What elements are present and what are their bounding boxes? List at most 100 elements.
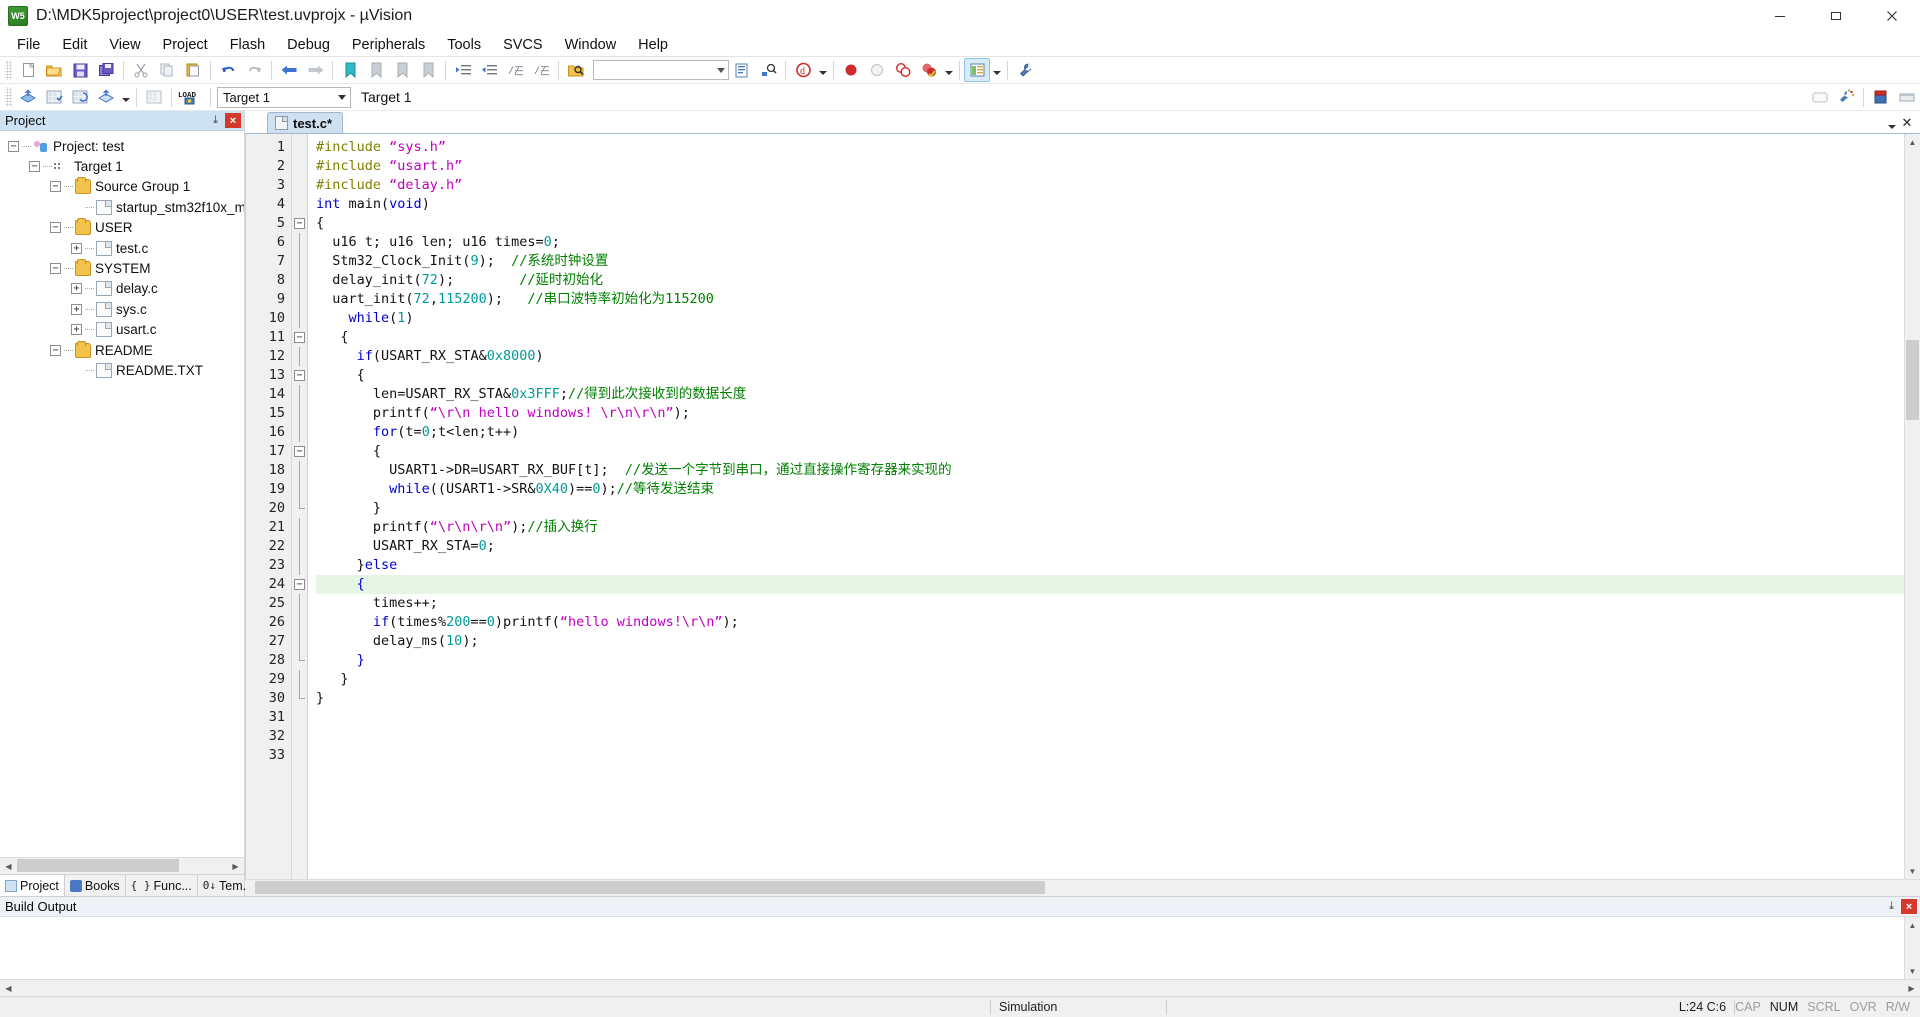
tree-item[interactable]: − Target 1 xyxy=(0,156,244,176)
code-line[interactable]: } xyxy=(316,651,1904,670)
code-line[interactable]: printf(“\r\n\r\n”);//插入换行 xyxy=(316,518,1904,537)
undo-icon[interactable] xyxy=(215,58,241,82)
menu-debug[interactable]: Debug xyxy=(276,35,341,55)
kill-all-breakpoints-icon[interactable] xyxy=(916,58,942,82)
build-output-body[interactable]: ▲ ▼ xyxy=(0,917,1920,979)
minimize-button[interactable] xyxy=(1752,0,1808,33)
scroll-down-icon[interactable]: ▼ xyxy=(1905,863,1920,879)
code-line[interactable]: len=USART_RX_STA&0x3FFF;//得到此次接收到的数据长度 xyxy=(316,385,1904,404)
collapse-icon[interactable]: − xyxy=(8,140,19,152)
collapse-block-icon[interactable]: − xyxy=(294,218,305,229)
tree-item[interactable]: + delay.c xyxy=(0,279,244,299)
collapse-block-icon[interactable]: − xyxy=(294,579,305,590)
target-select[interactable]: Target 1 xyxy=(217,86,351,108)
code-line-current[interactable]: { xyxy=(316,575,1904,594)
tree-item[interactable]: + sys.c xyxy=(0,299,244,319)
code-line[interactable]: printf(“\r\n hello windows! \r\n\r\n”); xyxy=(316,404,1904,423)
code-line[interactable]: USART_RX_STA=0; xyxy=(316,537,1904,556)
collapse-icon[interactable]: − xyxy=(29,161,40,173)
find-in-files-icon[interactable] xyxy=(563,58,589,82)
code-line[interactable] xyxy=(316,746,1904,765)
tree-item[interactable]: startup_stm32f10x_md.s xyxy=(0,197,244,217)
code-line[interactable]: { xyxy=(316,214,1904,233)
build-output-vscrollbar[interactable]: ▲ ▼ xyxy=(1904,917,1920,979)
disable-breakpoint-icon[interactable] xyxy=(864,58,890,82)
tree-item[interactable]: − Source Group 1 xyxy=(0,177,244,197)
document-tab-test-c[interactable]: test.c* xyxy=(267,112,344,133)
menu-svcs[interactable]: SVCS xyxy=(492,35,554,55)
menu-view[interactable]: View xyxy=(98,35,151,55)
navigate-forward-icon[interactable] xyxy=(302,58,328,82)
scroll-up-icon[interactable]: ▲ xyxy=(1905,134,1920,150)
code-line[interactable]: if(USART_RX_STA&0x8000) xyxy=(316,347,1904,366)
project-tree-hscrollbar[interactable]: ◀ ▶ xyxy=(0,857,244,874)
pin-icon[interactable]: ⤓ xyxy=(208,112,223,130)
indent-right-icon[interactable] xyxy=(450,58,476,82)
fold-marker[interactable]: − xyxy=(292,575,307,594)
new-file-icon[interactable] xyxy=(15,58,41,82)
code-line[interactable]: { xyxy=(316,442,1904,461)
disable-all-breakpoints-icon[interactable] xyxy=(890,58,916,82)
menu-project[interactable]: Project xyxy=(152,35,219,55)
manage-components-icon[interactable] xyxy=(1833,85,1859,109)
hscroll-thumb[interactable] xyxy=(17,859,179,872)
collapse-block-icon[interactable]: − xyxy=(294,446,305,457)
collapse-icon[interactable]: − xyxy=(50,181,61,193)
collapse-block-icon[interactable]: − xyxy=(294,332,305,343)
build-icon[interactable] xyxy=(41,85,67,109)
close-icon[interactable]: × xyxy=(1901,899,1917,914)
paste-icon[interactable] xyxy=(180,58,206,82)
menu-flash[interactable]: Flash xyxy=(219,35,276,55)
bookmark-next-icon[interactable] xyxy=(389,58,415,82)
bookmark-toggle-icon[interactable] xyxy=(337,58,363,82)
debug-session-dropdown-icon[interactable] xyxy=(816,58,829,82)
collapse-icon[interactable]: − xyxy=(50,344,61,356)
toolbar-grip[interactable] xyxy=(5,87,12,107)
build-output-hscrollbar[interactable]: ◀ ▶ xyxy=(0,979,1920,996)
search-input[interactable] xyxy=(593,60,729,80)
vscroll-track[interactable] xyxy=(1905,933,1920,963)
fold-marker[interactable]: − xyxy=(292,328,307,347)
bookmark-prev-icon[interactable] xyxy=(363,58,389,82)
code-line[interactable]: delay_init(72); //延时初始化 xyxy=(316,271,1904,290)
navigate-backward-icon[interactable] xyxy=(276,58,302,82)
breakpoints-dropdown-icon[interactable] xyxy=(942,58,955,82)
expand-icon[interactable]: + xyxy=(71,283,82,295)
build-dropdown-icon[interactable] xyxy=(119,85,132,109)
code-area[interactable]: 1 2 3 4 5 6 7 8 9 10 11 12 13 14 15 16 17 18 19 20 21 22 23 24 2… xyxy=(245,134,1904,879)
hscroll-track[interactable] xyxy=(17,980,1903,996)
menu-edit[interactable]: Edit xyxy=(51,35,98,55)
configure-target-icon[interactable] xyxy=(1012,58,1038,82)
collapse-icon[interactable]: − xyxy=(50,222,61,234)
code-line[interactable]: for(t=0;t<len;t++) xyxy=(316,423,1904,442)
download-icon[interactable]: LOAD xyxy=(176,85,206,109)
tree-item[interactable]: − Project: test xyxy=(0,136,244,156)
code-line[interactable]: while(1) xyxy=(316,309,1904,328)
manage-windows-dropdown-icon[interactable] xyxy=(990,58,1003,82)
menu-window[interactable]: Window xyxy=(554,35,628,55)
scroll-right-icon[interactable]: ▶ xyxy=(227,858,244,874)
code-line[interactable]: } xyxy=(316,670,1904,689)
tree-item[interactable]: − SYSTEM xyxy=(0,258,244,278)
code-line[interactable]: int main(void) xyxy=(316,195,1904,214)
rebuild-icon[interactable] xyxy=(67,85,93,109)
expand-icon[interactable]: + xyxy=(71,303,82,315)
debug-session-icon[interactable]: d xyxy=(790,58,816,82)
fold-marker[interactable]: − xyxy=(292,366,307,385)
stop-build-icon[interactable] xyxy=(141,85,167,109)
chevron-down-icon[interactable] xyxy=(334,88,350,107)
code-line[interactable]: #include “delay.h” xyxy=(316,176,1904,195)
translate-icon[interactable] xyxy=(15,85,41,109)
code-line[interactable]: #include “usart.h” xyxy=(316,157,1904,176)
collapse-block-icon[interactable]: − xyxy=(294,370,305,381)
expand-icon[interactable]: + xyxy=(71,242,82,254)
menu-help[interactable]: Help xyxy=(627,35,679,55)
fold-marker[interactable]: − xyxy=(292,442,307,461)
close-icon[interactable]: × xyxy=(225,113,241,128)
code-line[interactable]: }else xyxy=(316,556,1904,575)
redo-icon[interactable] xyxy=(241,58,267,82)
editor-vscrollbar[interactable]: ▲ ▼ xyxy=(1904,134,1920,879)
editor-hscroll-track[interactable] xyxy=(245,880,1920,896)
manage-windows-icon[interactable] xyxy=(964,58,990,82)
tree-item[interactable]: README.TXT xyxy=(0,360,244,380)
